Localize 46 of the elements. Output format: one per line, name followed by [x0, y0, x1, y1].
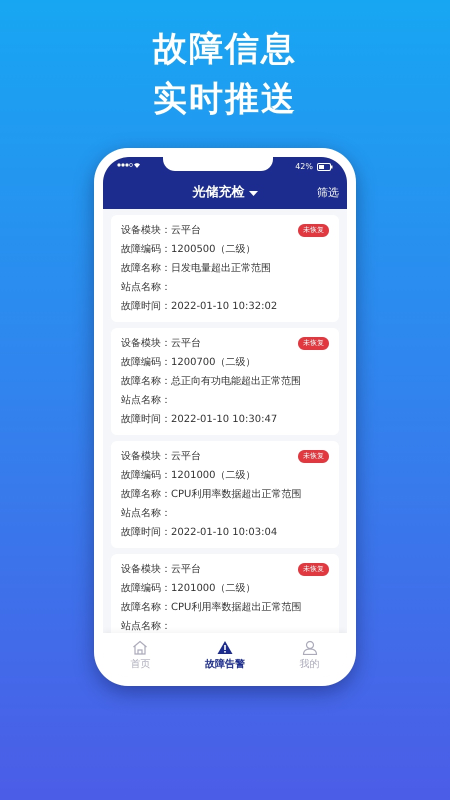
field-value: 1200500（二级） — [171, 243, 256, 257]
field-value: 2022-01-10 10:32:02 — [171, 300, 278, 314]
field-label: 设备模块： — [121, 562, 171, 577]
field-label: 故障名称： — [121, 374, 171, 389]
field-value: CPU利用率数据超出正常范围 — [171, 600, 302, 615]
field-label: 设备模块： — [121, 336, 171, 351]
field-label: 站点名称： — [121, 620, 171, 633]
field-label: 故障名称： — [121, 600, 171, 615]
caret-icon — [248, 190, 258, 196]
field-label: 故障编码： — [121, 356, 171, 370]
field-label: 设备模块： — [121, 224, 171, 238]
field-value: 1201000（二级） — [171, 469, 256, 483]
project-dropdown[interactable]: 光储充检 — [192, 183, 258, 203]
person-icon — [302, 640, 318, 654]
field-label: 设备模块： — [121, 450, 171, 464]
field-label: 故障编码： — [121, 242, 171, 257]
field-label: 故障编码： — [121, 468, 171, 483]
signal-icon — [117, 161, 141, 169]
field-label: 站点名称： — [121, 394, 171, 408]
field-label: 站点名称： — [121, 280, 171, 295]
field-value: 1200700（二级） — [171, 356, 256, 370]
home-icon — [132, 640, 148, 654]
field-label: 故障时间： — [121, 412, 171, 427]
battery-icon — [317, 163, 333, 171]
field-value: 总正向有功电能超出正常范围 — [171, 374, 301, 389]
tab-item[interactable]: 故障告警 — [178, 633, 272, 677]
field-label: 故障时间： — [121, 300, 171, 314]
field-value: 云平台 — [171, 450, 201, 464]
headline-text: 实时推送 — [153, 78, 297, 121]
field-label: 故障名称： — [121, 262, 171, 276]
field-value: 2022-01-10 10:03:04 — [171, 526, 278, 540]
field-label: 故障名称： — [121, 488, 171, 502]
field-label: 站点名称： — [121, 506, 171, 521]
field-value: 2022-01-10 10:30:47 — [171, 413, 278, 427]
field-label: 故障编码： — [121, 582, 171, 596]
field-value: CPU利用率数据超出正常范围 — [171, 488, 302, 502]
field-label: 故障时间： — [121, 526, 171, 540]
field-value: 云平台 — [171, 562, 201, 577]
battery-percent: 42% — [295, 161, 313, 173]
field-value: 日发电量超出正常范围 — [171, 262, 271, 276]
field-value: 云平台 — [171, 336, 201, 351]
filter-button[interactable]: 筛选 — [317, 184, 339, 202]
field-value: 云平台 — [171, 224, 201, 238]
headline-text: 故障信息 — [153, 28, 297, 71]
warning-icon — [217, 640, 233, 654]
field-value: 1201000（二级） — [171, 582, 256, 596]
